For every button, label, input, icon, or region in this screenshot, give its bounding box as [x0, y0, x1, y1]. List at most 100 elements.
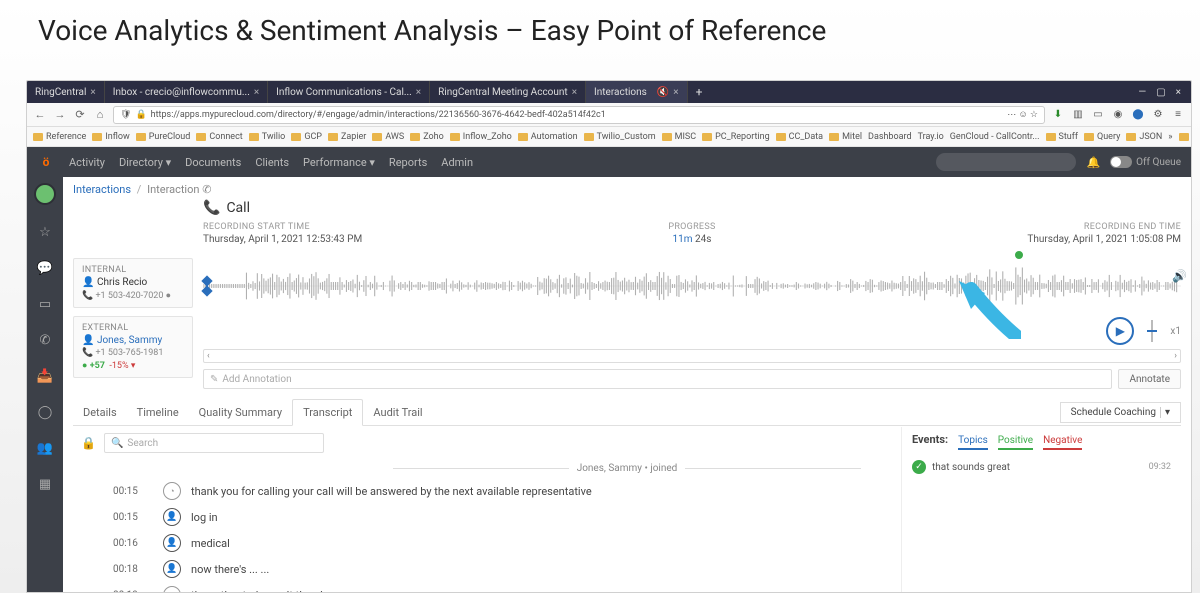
breadcrumb-root[interactable]: Interactions — [73, 183, 131, 196]
bookmark[interactable]: Inflow_Zoho — [450, 132, 512, 142]
bookmark[interactable]: Dashboard — [868, 132, 912, 142]
chat-icon[interactable]: 💬 — [36, 259, 54, 277]
tab-quality-summary[interactable]: Quality Summary — [189, 400, 292, 425]
tab-label: Interactions — [594, 87, 647, 98]
extension-icon[interactable]: ⬤ — [1131, 108, 1145, 122]
play-button[interactable]: ▶ — [1106, 317, 1134, 345]
detail-tabs: Details Timeline Quality Summary Transcr… — [73, 399, 1181, 426]
waveform-scrollbar[interactable]: ‹› — [203, 349, 1181, 363]
transcript-row[interactable]: 00:18👤now there's ... ... — [73, 556, 901, 582]
playhead-marker[interactable] — [206, 281, 208, 291]
transcript-row[interactable]: 00:15👤log in — [73, 504, 901, 530]
minimize-icon[interactable]: — — [1138, 87, 1146, 98]
bookmark[interactable]: GCP — [291, 132, 322, 142]
events-filter-negative[interactable]: Negative — [1043, 435, 1082, 450]
notification-icon[interactable]: 🔔 — [1086, 156, 1100, 169]
people-icon[interactable]: 👥 — [36, 439, 54, 457]
events-filter-topics[interactable]: Topics — [958, 435, 988, 450]
transcript-row[interactable]: 00:15◔thank you for calling your call wi… — [73, 478, 901, 504]
nav-clients[interactable]: Clients — [255, 156, 289, 169]
lock-icon[interactable]: 🔒 — [81, 436, 96, 450]
bookmark[interactable]: Automation — [518, 132, 578, 142]
bookmark[interactable]: PureCloud — [136, 132, 191, 142]
tab-timeline[interactable]: Timeline — [127, 400, 189, 425]
bookmark[interactable]: AWS — [372, 132, 404, 142]
nav-performance[interactable]: Performance ▾ — [303, 156, 375, 169]
bookmark[interactable]: Query — [1084, 132, 1120, 142]
browser-tab[interactable]: RingCentral Meeting Account× — [430, 81, 586, 103]
url-text: https://apps.mypurecloud.com/directory/#… — [151, 110, 606, 120]
waveform[interactable]: 🔊 — [203, 251, 1181, 321]
close-icon[interactable]: × — [416, 87, 421, 98]
forward-icon[interactable]: → — [53, 108, 67, 122]
schedule-coaching-button[interactable]: Schedule Coaching▾ — [1060, 402, 1181, 423]
bookmark[interactable]: MISC — [662, 132, 697, 142]
inbox-icon[interactable]: 📥 — [36, 367, 54, 385]
global-search[interactable] — [936, 153, 1076, 171]
bookmark[interactable]: Zoho — [410, 132, 444, 142]
close-icon[interactable]: × — [254, 87, 259, 98]
bookmark[interactable]: Stuff — [1046, 132, 1079, 142]
library-icon[interactable]: ▥ — [1071, 108, 1085, 122]
bookmark[interactable]: Mitel — [829, 132, 862, 142]
bookmark[interactable]: JSON — [1126, 132, 1162, 142]
nav-reports[interactable]: Reports — [389, 156, 427, 169]
mute-icon[interactable]: 🔇 — [657, 87, 669, 98]
bookmark[interactable]: Tray.io — [918, 132, 944, 142]
speed-slider[interactable] — [1140, 317, 1164, 345]
reload-icon[interactable]: ⟳ — [73, 108, 87, 122]
queue-toggle[interactable]: Off Queue — [1110, 156, 1181, 168]
close-window-icon[interactable]: × — [1176, 87, 1181, 98]
close-icon[interactable]: × — [673, 87, 678, 98]
nav-documents[interactable]: Documents — [185, 156, 241, 169]
events-label: Events: — [912, 433, 948, 446]
close-icon[interactable]: × — [90, 87, 95, 98]
browser-tab[interactable]: Inbox - crecio@inflowcommu...× — [105, 81, 268, 103]
bookmark[interactable]: CC_Data — [776, 132, 823, 142]
bookmark[interactable]: PC_Reporting — [702, 132, 770, 142]
new-tab-button[interactable]: + — [688, 85, 711, 99]
bookmark[interactable]: Zapier — [328, 132, 366, 142]
nav-activity[interactable]: Activity — [69, 156, 105, 169]
bookmark[interactable]: Twilio_Custom — [584, 132, 656, 142]
extension-icon[interactable]: ◉ — [1111, 108, 1125, 122]
browser-tab[interactable]: RingCentral× — [27, 81, 105, 103]
download-icon[interactable]: ⬇ — [1051, 108, 1065, 122]
bookmark[interactable]: Twilio — [249, 132, 286, 142]
volume-icon[interactable]: 🔊 — [1172, 269, 1187, 283]
star-icon[interactable]: ☆ — [36, 223, 54, 241]
bookmark[interactable]: Reference — [33, 132, 86, 142]
nav-directory[interactable]: Directory ▾ — [119, 156, 171, 169]
event-item[interactable]: ✓ that sounds great 09:32 — [912, 454, 1171, 480]
menu-icon[interactable]: ≡ — [1171, 108, 1185, 122]
user-avatar[interactable] — [34, 183, 56, 205]
home-icon[interactable]: ⌂ — [93, 108, 107, 122]
annotation-input[interactable]: ✎ Add Annotation — [203, 369, 1112, 389]
browser-tab[interactable]: Inflow Communications - Cal...× — [268, 81, 430, 103]
bookmark[interactable]: Connect — [196, 132, 242, 142]
close-icon[interactable]: × — [572, 87, 577, 98]
video-icon[interactable]: ▭ — [36, 295, 54, 313]
back-icon[interactable]: ← — [33, 108, 47, 122]
tab-details[interactable]: Details — [73, 400, 127, 425]
tab-transcript[interactable]: Transcript — [292, 399, 363, 426]
other-bookmarks[interactable]: Other Bookmarks — [1179, 132, 1192, 142]
events-filter-positive[interactable]: Positive — [998, 435, 1033, 450]
transcript-search[interactable]: 🔍 Search — [104, 433, 324, 453]
bookmark[interactable]: GenCloud - CallContr... — [950, 132, 1040, 142]
phone-icon[interactable]: ✆ — [36, 331, 54, 349]
bookmark-overflow[interactable]: » — [1168, 132, 1172, 142]
transcript-row[interactable]: 00:19◔the estimated ... wait time is — [73, 582, 901, 592]
url-input[interactable]: 🛡 🔒 https://apps.mypurecloud.com/directo… — [113, 106, 1045, 124]
bookmark[interactable]: Inflow — [92, 132, 129, 142]
account-icon[interactable]: ▭ — [1091, 108, 1105, 122]
maximize-icon[interactable]: ▢ — [1156, 87, 1165, 98]
apps-icon[interactable]: ▦ — [36, 475, 54, 493]
activity-icon[interactable]: ◯ — [36, 403, 54, 421]
browser-tab-active[interactable]: Interactions 🔇 × — [586, 81, 688, 103]
transcript-row[interactable]: 00:16👤medical — [73, 530, 901, 556]
extension-icon[interactable]: ⚙ — [1151, 108, 1165, 122]
annotate-button[interactable]: Annotate — [1118, 369, 1181, 389]
tab-audit-trail[interactable]: Audit Trail — [363, 400, 432, 425]
nav-admin[interactable]: Admin — [441, 156, 473, 169]
